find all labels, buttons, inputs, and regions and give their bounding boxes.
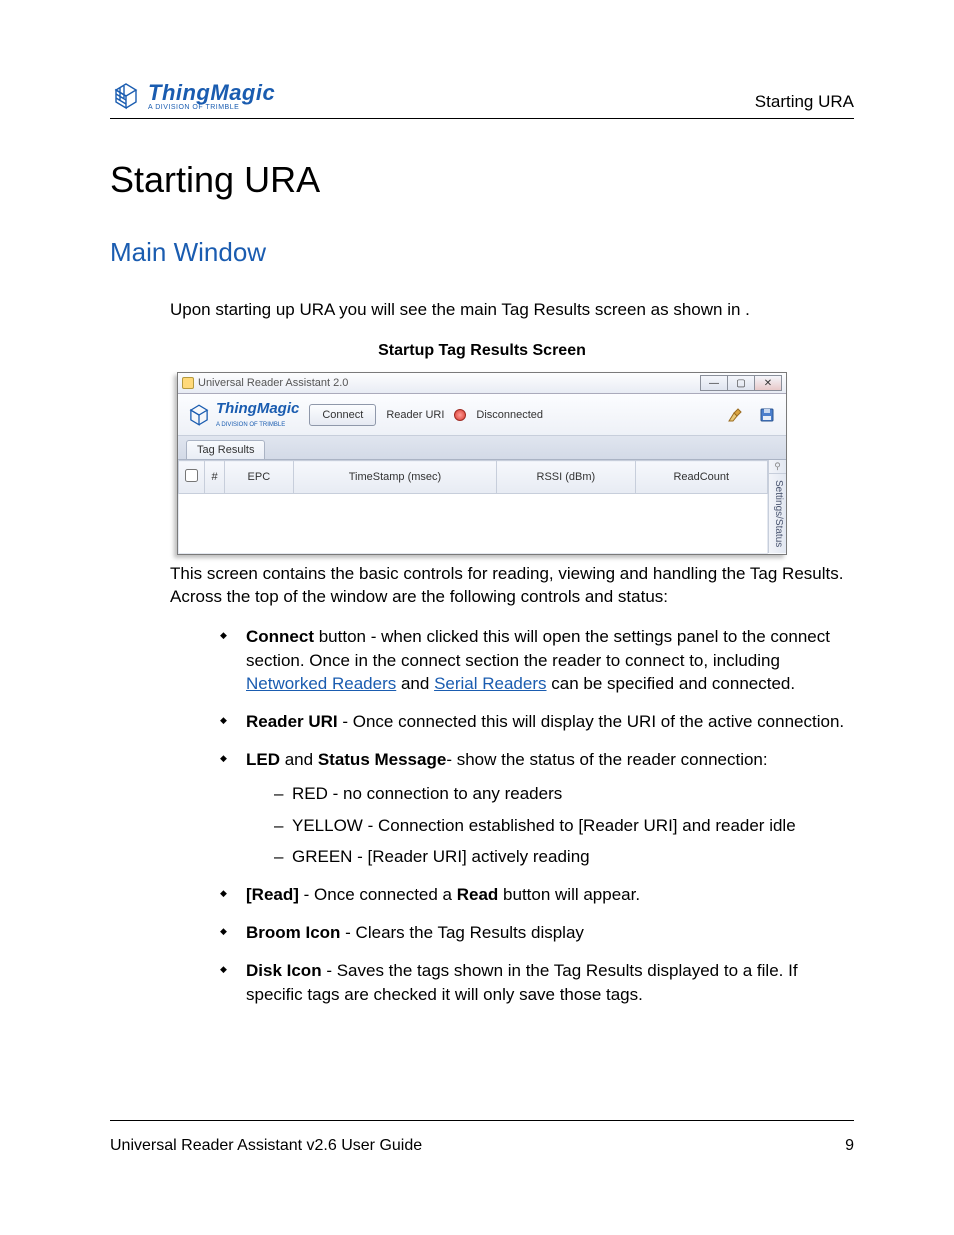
figure-caption: Startup Tag Results Screen [110,342,854,360]
cube-icon [186,402,212,428]
intro-text: Upon starting up URA you will see the ma… [170,300,745,319]
column-timestamp: TimeStamp (msec) [293,461,497,494]
app-toolbar: ThingMagic A DIVISION OF TRIMBLE Connect… [178,394,786,436]
bullet-disk: Disk Icon - Saves the tags shown in the … [220,959,854,1007]
column-index: # [205,461,225,494]
column-rssi: RSSI (dBm) [497,461,635,494]
broom-icon[interactable] [726,406,744,424]
feature-list: Connect button - when clicked this will … [220,625,854,1007]
page-title: Starting URA [110,159,854,201]
status-message: Disconnected [476,409,543,421]
toolbar-tagline: A DIVISION OF TRIMBLE [216,422,285,428]
close-button[interactable]: ✕ [754,375,782,391]
status-red: RED - no connection to any readers [274,782,854,806]
tab-tag-results[interactable]: Tag Results [186,440,265,459]
section-title: Main Window [110,237,854,268]
select-all-checkbox[interactable] [185,469,198,482]
bullet-read: [Read] - Once connected a Read button wi… [220,883,854,907]
results-table: # EPC TimeStamp (msec) RSSI (dBm) ReadCo… [178,460,768,554]
settings-status-handle[interactable]: Settings/Status [768,474,786,553]
window-titlebar: Universal Reader Assistant 2.0 — ▢ ✕ [178,373,786,394]
status-yellow: YELLOW - Connection established to [Read… [274,814,854,838]
brand-name: ThingMagic [148,82,275,104]
description-paragraph: This screen contains the basic controls … [170,563,854,609]
bullet-connect: Connect button - when clicked this will … [220,625,854,696]
bullet-led: LED and Status Message- show the status … [220,748,854,869]
status-led-icon [454,409,466,421]
window-controls: — ▢ ✕ [701,375,782,391]
empty-results [179,494,768,554]
toolbar-logo: ThingMagic A DIVISION OF TRIMBLE [186,400,299,429]
brand-logo: ThingMagic A DIVISION OF TRIMBLE [110,80,275,112]
link-serial-readers[interactable]: Serial Readers [434,674,546,693]
column-readcount: ReadCount [635,461,767,494]
pin-icon[interactable]: ⚲ [768,460,786,474]
window-title: Universal Reader Assistant 2.0 [198,377,348,389]
bullet-broom: Broom Icon - Clears the Tag Results disp… [220,921,854,945]
column-epc: EPC [225,461,294,494]
header-breadcrumb: Starting URA [755,92,854,112]
column-checkbox[interactable] [179,461,205,494]
toolbar-brand: ThingMagic [216,400,299,417]
content-area: # EPC TimeStamp (msec) RSSI (dBm) ReadCo… [178,460,786,554]
maximize-button[interactable]: ▢ [727,375,755,391]
intro-paragraph: Upon starting up URA you will see the ma… [170,300,854,320]
brand-tagline: A DIVISION OF TRIMBLE [148,104,275,111]
page-number: 9 [845,1137,854,1155]
status-green: GREEN - [Reader URI] actively reading [274,845,854,869]
tab-strip: Tag Results [178,436,786,460]
link-networked-readers[interactable]: Networked Readers [246,674,396,693]
cube-icon [110,80,142,112]
bullet-reader-uri: Reader URI - Once connected this will di… [220,710,854,734]
minimize-button[interactable]: — [700,375,728,391]
footer-title: Universal Reader Assistant v2.6 User Gui… [110,1137,422,1155]
app-icon [182,377,194,389]
reader-uri-label: Reader URI [386,409,444,421]
disk-icon[interactable] [758,406,776,424]
screenshot-window: Universal Reader Assistant 2.0 — ▢ ✕ Thi… [177,372,787,555]
page-footer: Universal Reader Assistant v2.6 User Gui… [110,1120,854,1155]
connect-button[interactable]: Connect [309,404,376,426]
page-header: ThingMagic A DIVISION OF TRIMBLE Startin… [110,80,854,119]
